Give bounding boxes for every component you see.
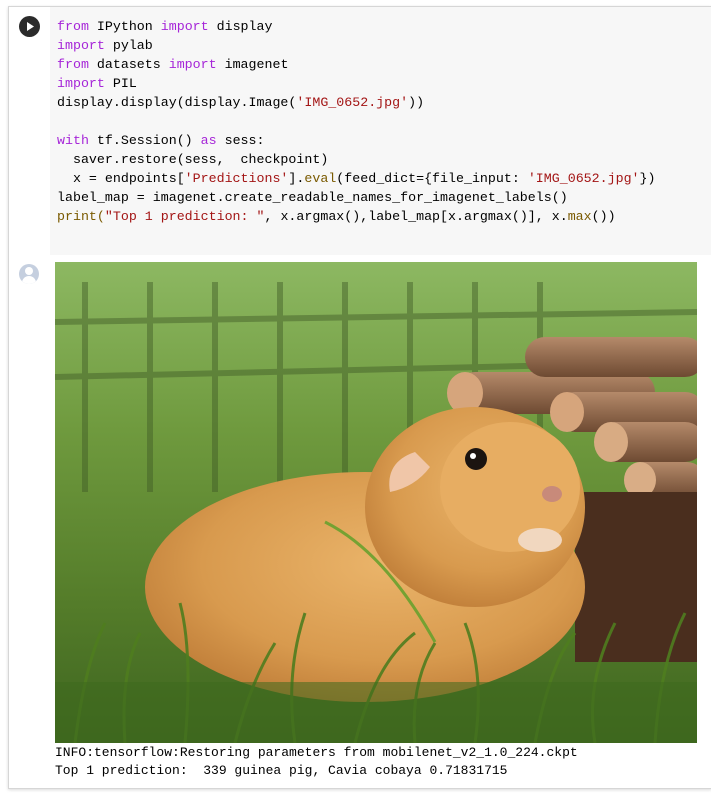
code-token: import [168,57,217,72]
code-token: import [160,19,209,34]
log-line: INFO:tensorflow:Restoring parameters fro… [55,745,578,760]
code-line: saver.restore(sess, checkpoint) [57,150,656,169]
notebook-cell-container: from IPython import display import pylab f… [8,6,711,789]
code-line: import pylab [57,36,656,55]
code-token: tf.Session() [88,133,201,148]
code-token: }) [639,171,656,186]
code-token: x = endpoints[ [57,171,185,186]
code-token: import [57,38,105,53]
prediction-line: Top 1 prediction: 339 guinea pig, Cavia … [55,763,508,778]
code-token: 'Predictions' [184,171,289,186]
guinea-pig-photo [55,262,697,743]
code-editor[interactable]: from IPython import display import pylab f… [50,7,711,255]
code-line: import PIL [57,74,656,93]
code-token: "Top 1 prediction: " [104,209,265,224]
output-area: INFO:tensorflow:Restoring parameters fro… [9,256,711,788]
code-token: (feed_dict={file_input: [336,171,528,186]
code-line: label_map = imagenet.create_readable_nam… [57,188,656,207]
code-token: 'IMG_0652.jpg' [527,171,640,186]
code-token: saver.restore(sess, checkpoint) [57,152,329,167]
code-token: label_map = imagenet.create_readable_nam… [57,190,568,205]
code-cell: from IPython import display import pylab f… [9,7,711,255]
code-token: print [57,209,97,224]
output-text: INFO:tensorflow:Restoring parameters fro… [55,744,578,780]
code-token: , x.argmax(),label_map[x.argmax()], x. [264,209,568,224]
code-token: display.display(display.Image( [57,95,297,110]
code-token: sess: [216,133,265,148]
run-cell-button[interactable] [19,16,40,37]
code-token: ]. [288,171,305,186]
code-line: print("Top 1 prediction: ", x.argmax(),l… [57,207,656,226]
play-icon [27,22,34,31]
code-line: x = endpoints['Predictions'].eval(feed_d… [57,169,656,188]
code-token: max [567,209,592,224]
code-lines: from IPython import display import pylab f… [57,17,656,226]
code-line: with tf.Session() as sess: [57,131,656,150]
output-body: INFO:tensorflow:Restoring parameters fro… [50,256,711,788]
output-gutter [9,256,50,788]
code-token: PIL [104,76,137,91]
code-line: from datasets import imagenet [57,55,656,74]
code-token: eval [304,171,337,186]
code-token: ()) [591,209,616,224]
code-token: imagenet [216,57,289,72]
code-token: import [57,76,105,91]
code-token: display [208,19,273,34]
code-line: from IPython import display [57,17,656,36]
output-image [55,262,697,743]
code-token: 'IMG_0652.jpg' [296,95,409,110]
output-user-icon[interactable] [19,264,39,284]
code-token: )) [408,95,425,110]
code-line: display.display(display.Image('IMG_0652.… [57,93,656,112]
code-token: from [57,57,89,72]
cell-gutter [9,7,50,255]
code-token: IPython [88,19,161,34]
code-token: pylab [104,38,153,53]
code-token: ( [96,209,105,224]
code-token: with [57,133,89,148]
code-token: datasets [88,57,169,72]
code-token: from [57,19,89,34]
code-token: as [200,133,217,148]
